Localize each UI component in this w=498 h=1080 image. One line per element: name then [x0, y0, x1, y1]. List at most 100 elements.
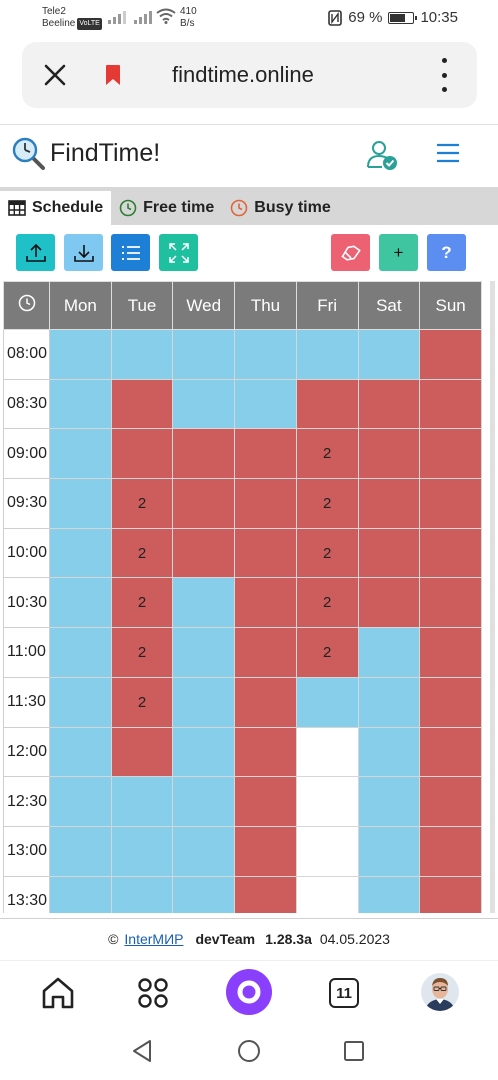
schedule-cell-mon[interactable]: [49, 776, 112, 827]
schedule-cell-mon[interactable]: [49, 726, 112, 778]
schedule-cell-tue[interactable]: 2: [110, 527, 174, 579]
home-button[interactable]: [38, 973, 78, 1013]
schedule-cell-thu[interactable]: [234, 378, 297, 430]
schedule-cell-wed[interactable]: [172, 378, 236, 430]
schedule-cell-sun[interactable]: [419, 726, 482, 778]
schedule-cell-fri[interactable]: [295, 825, 359, 877]
list-view-button[interactable]: [111, 234, 150, 271]
open-tabs-button[interactable]: 11: [324, 973, 364, 1013]
schedule-cell-mon[interactable]: [49, 627, 112, 678]
avatar[interactable]: [421, 973, 459, 1011]
services-button[interactable]: [133, 973, 173, 1013]
schedule-cell-sun[interactable]: [419, 577, 482, 629]
expand-button[interactable]: [159, 234, 198, 271]
schedule-cell-wed[interactable]: [172, 825, 236, 877]
schedule-cell-sat[interactable]: [357, 627, 421, 678]
schedule-cell-wed[interactable]: [172, 527, 236, 579]
schedule-cell-sat[interactable]: [357, 378, 421, 430]
schedule-cell-wed[interactable]: [172, 627, 236, 678]
eraser-button[interactable]: [331, 234, 370, 271]
schedule-cell-tue[interactable]: 2: [110, 577, 174, 629]
schedule-cell-mon[interactable]: [49, 875, 112, 913]
close-icon[interactable]: [42, 62, 68, 88]
schedule-cell-mon[interactable]: [49, 329, 112, 380]
url-text[interactable]: findtime.online: [172, 62, 314, 88]
schedule-cell-fri[interactable]: 2: [295, 428, 359, 480]
schedule-cell-sun[interactable]: [419, 875, 482, 913]
day-header-tue[interactable]: Tue: [110, 281, 174, 330]
schedule-cell-sun[interactable]: [419, 527, 482, 579]
help-button[interactable]: ?: [427, 234, 466, 271]
schedule-cell-fri[interactable]: 2: [295, 478, 359, 529]
home-circle-icon[interactable]: [237, 1039, 261, 1063]
schedule-cell-tue[interactable]: [110, 825, 174, 877]
schedule-cell-tue[interactable]: 2: [110, 627, 174, 678]
schedule-cell-sat[interactable]: [357, 428, 421, 480]
schedule-cell-sat[interactable]: [357, 776, 421, 827]
schedule-cell-mon[interactable]: [49, 527, 112, 579]
schedule-cell-thu[interactable]: [234, 329, 297, 380]
schedule-cell-sun[interactable]: [419, 825, 482, 877]
schedule-cell-thu[interactable]: [234, 478, 297, 529]
recents-icon[interactable]: [343, 1040, 365, 1062]
schedule-cell-sun[interactable]: [419, 776, 482, 827]
schedule-cell-thu[interactable]: [234, 428, 297, 480]
schedule-cell-fri[interactable]: [295, 726, 359, 778]
schedule-cell-sun[interactable]: [419, 428, 482, 480]
tab-free-time[interactable]: Free time: [111, 191, 222, 225]
schedule-cell-thu[interactable]: [234, 825, 297, 877]
day-header-wed[interactable]: Wed: [172, 281, 236, 330]
day-header-thu[interactable]: Thu: [234, 281, 297, 330]
day-header-sun[interactable]: Sun: [419, 281, 482, 330]
schedule-cell-sun[interactable]: [419, 676, 482, 728]
schedule-cell-fri[interactable]: [295, 776, 359, 827]
add-button[interactable]: +: [379, 234, 418, 271]
schedule-cell-mon[interactable]: [49, 577, 112, 629]
schedule-cell-thu[interactable]: [234, 875, 297, 913]
schedule-cell-tue[interactable]: [110, 875, 174, 913]
user-check-icon[interactable]: [366, 139, 398, 171]
schedule-cell-sat[interactable]: [357, 676, 421, 728]
back-icon[interactable]: [131, 1039, 153, 1063]
schedule-cell-tue[interactable]: [110, 378, 174, 430]
schedule-cell-wed[interactable]: [172, 329, 236, 380]
schedule-cell-tue[interactable]: [110, 428, 174, 480]
schedule-cell-fri[interactable]: [295, 875, 359, 913]
schedule-cell-wed[interactable]: [172, 577, 236, 629]
schedule-cell-sat[interactable]: [357, 825, 421, 877]
schedule-cell-wed[interactable]: [172, 478, 236, 529]
schedule-cell-fri[interactable]: [295, 329, 359, 380]
upload-button[interactable]: [16, 234, 55, 271]
schedule-cell-sat[interactable]: [357, 329, 421, 380]
tab-busy-time[interactable]: Busy time: [222, 191, 338, 225]
schedule-cell-thu[interactable]: [234, 676, 297, 728]
bookmark-icon[interactable]: [104, 64, 122, 86]
schedule-cell-mon[interactable]: [49, 825, 112, 877]
day-header-sat[interactable]: Sat: [357, 281, 421, 330]
schedule-cell-thu[interactable]: [234, 577, 297, 629]
schedule-cell-mon[interactable]: [49, 428, 112, 480]
browser-menu-icon[interactable]: [434, 58, 454, 92]
schedule-cell-thu[interactable]: [234, 627, 297, 678]
schedule-cell-fri[interactable]: 2: [295, 527, 359, 579]
schedule-cell-fri[interactable]: 2: [295, 577, 359, 629]
hamburger-menu-icon[interactable]: [436, 141, 460, 165]
schedule-cell-sun[interactable]: [419, 378, 482, 430]
schedule-cell-sun[interactable]: [419, 329, 482, 380]
schedule-cell-sat[interactable]: [357, 875, 421, 913]
tab-schedule[interactable]: Schedule: [0, 191, 112, 225]
schedule-cell-fri[interactable]: [295, 378, 359, 430]
intermir-link[interactable]: InterМИР: [124, 931, 183, 947]
schedule-cell-fri[interactable]: 2: [295, 627, 359, 678]
schedule-cell-wed[interactable]: [172, 428, 236, 480]
schedule-cell-sat[interactable]: [357, 726, 421, 778]
schedule-cell-sun[interactable]: [419, 478, 482, 529]
schedule-cell-wed[interactable]: [172, 726, 236, 778]
schedule-cell-tue[interactable]: 2: [110, 676, 174, 728]
alice-assistant-button[interactable]: [226, 969, 272, 1015]
schedule-cell-tue[interactable]: 2: [110, 478, 174, 529]
schedule-cell-sat[interactable]: [357, 527, 421, 579]
schedule-cell-sat[interactable]: [357, 478, 421, 529]
schedule-cell-wed[interactable]: [172, 776, 236, 827]
schedule-cell-mon[interactable]: [49, 676, 112, 728]
